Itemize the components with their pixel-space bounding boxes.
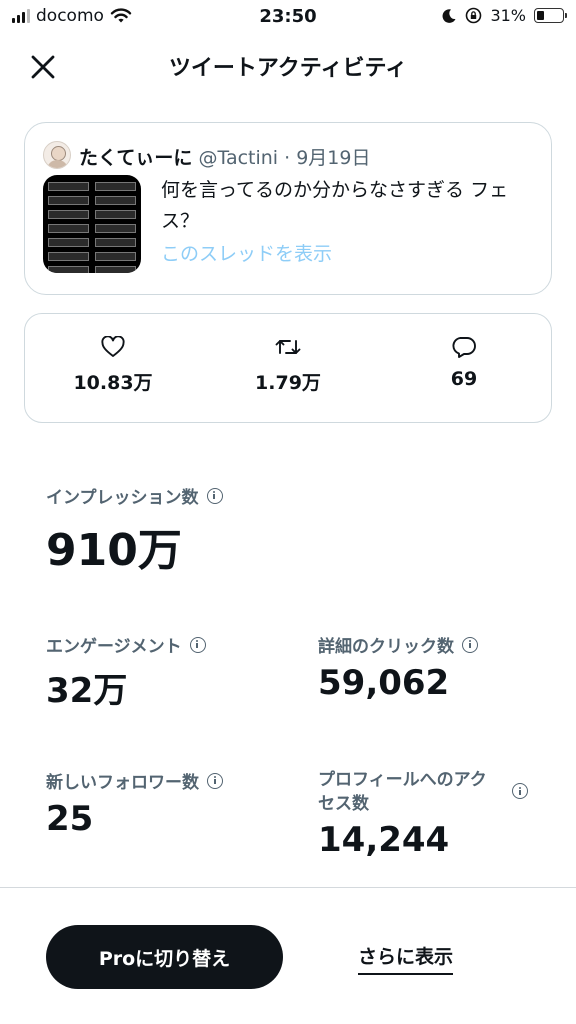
header: ツイートアクティビティ — [0, 38, 576, 94]
engagements-stat: エンゲージメント 32万 — [46, 632, 206, 712]
info-icon[interactable] — [206, 487, 223, 504]
replies-metric: 69 — [404, 336, 524, 390]
info-icon[interactable] — [462, 636, 478, 653]
tweet-thumbnail[interactable] — [43, 175, 141, 273]
page-title: ツイートアクティビティ — [168, 56, 408, 81]
likes-metric: 10.83万 — [53, 336, 173, 395]
detail-clicks-value: 59,062 — [318, 663, 450, 703]
show-thread-link[interactable]: このスレッドを表示 — [161, 239, 332, 266]
profile-visits-value: 14,244 — [318, 820, 450, 860]
info-icon[interactable] — [207, 772, 223, 789]
retweet-icon — [275, 340, 301, 354]
replies-count: 69 — [450, 368, 478, 390]
moon-icon — [442, 8, 456, 23]
heart-icon — [101, 336, 125, 357]
show-more-link[interactable]: さらに表示 — [358, 942, 454, 975]
retweets-count: 1.79万 — [255, 372, 321, 394]
new-followers-stat: 新しいフォロワー数 25 — [46, 768, 223, 839]
avatar[interactable] — [43, 141, 71, 169]
detail-clicks-label: 詳細のクリック数 — [318, 637, 454, 657]
profile-visits-stat: プロフィールへのアク セス数 14,244 — [318, 768, 538, 860]
likes-count: 10.83万 — [73, 372, 153, 394]
info-icon[interactable] — [512, 783, 528, 799]
engagement-metrics-card: 10.83万 1.79万 69 — [24, 313, 552, 423]
detail-clicks-stat: 詳細のクリック数 59,062 — [318, 632, 478, 703]
new-followers-value: 25 — [46, 799, 94, 839]
new-followers-label: 新しいフォロワー数 — [46, 773, 199, 793]
reply-icon — [452, 337, 476, 358]
impressions-label: インプレッション数 — [46, 488, 199, 508]
rotation-lock-icon — [466, 7, 482, 24]
status-bar: docomo 23:50 31% — [0, 0, 576, 34]
tweet-card[interactable]: たくてぃーに @Tactini · 9月19日 何を言ってるのか分からなさすぎる… — [24, 122, 552, 295]
new-followers-label-row: 新しいフォロワー数 — [46, 768, 223, 793]
author-name: たくてぃーに — [79, 147, 193, 169]
status-right: 31% — [441, 6, 567, 25]
tweet-text: 何を言ってるのか分からなさすぎる フェス？ — [161, 179, 509, 232]
impressions-stat: インプレッション数 910万 — [46, 483, 223, 578]
tweet-date: 9月19日 — [296, 147, 371, 169]
engagements-label-row: エンゲージメント — [46, 632, 206, 657]
tweet-author: たくてぃーに @Tactini · 9月19日 — [79, 143, 370, 170]
profile-visits-label-line2: セス数 — [318, 794, 369, 814]
profile-visits-label-line1: プロフィールへのアク — [318, 770, 487, 790]
divider — [0, 887, 576, 888]
engagements-value: 32万 — [46, 671, 128, 711]
impressions-label-row: インプレッション数 — [46, 483, 223, 508]
impressions-value: 910万 — [46, 525, 182, 576]
battery-icon — [534, 8, 567, 23]
profile-visits-label: プロフィールへのアク セス数 — [318, 768, 538, 816]
author-handle: @Tactini — [198, 147, 279, 169]
battery-percent: 31% — [490, 6, 526, 25]
switch-to-pro-button[interactable]: Proに切り替え — [46, 925, 283, 989]
info-icon[interactable] — [189, 636, 206, 653]
retweets-metric: 1.79万 — [228, 336, 348, 395]
engagements-label: エンゲージメント — [46, 637, 182, 657]
detail-clicks-label-row: 詳細のクリック数 — [318, 632, 478, 657]
author-separator: · — [278, 147, 297, 169]
